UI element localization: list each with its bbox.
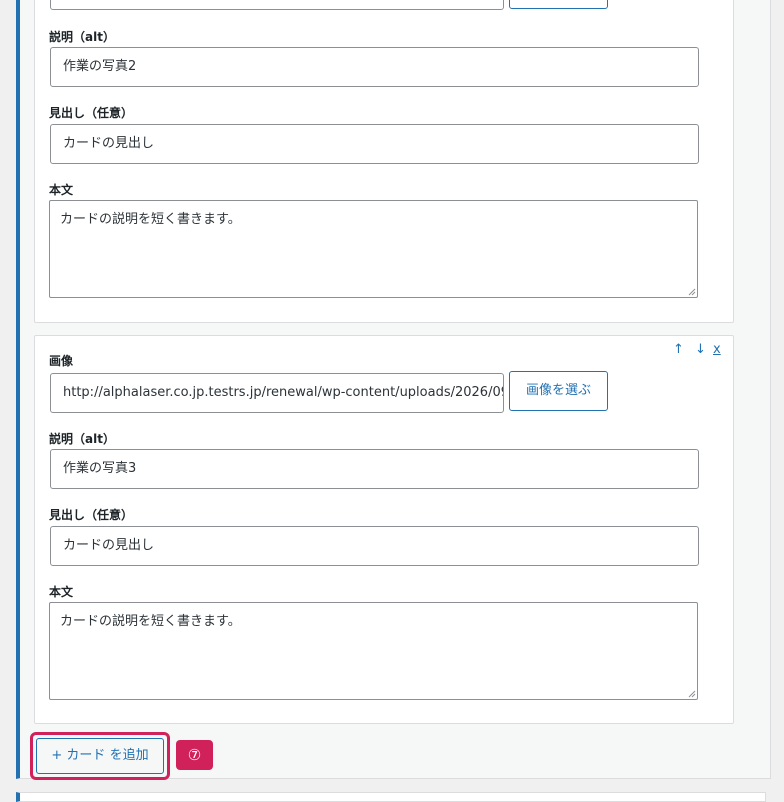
resize-grip-icon[interactable] (687, 689, 696, 698)
heading-field[interactable]: カードの見出し (50, 526, 699, 566)
body-label: 本文 (49, 585, 74, 599)
add-card-button[interactable]: + カード を追加 (36, 738, 164, 774)
choose-image-button[interactable] (509, 0, 608, 9)
image-url-field[interactable]: http://alphalaser.co.jp.testrs.jp/renewa… (50, 373, 504, 413)
image-url-field[interactable] (50, 0, 504, 10)
body-textarea[interactable]: カードの説明を短く書きます。 (49, 602, 698, 700)
heading-field[interactable]: カードの見出し (50, 124, 699, 164)
image-label: 画像 (49, 354, 74, 368)
remove-card-icon[interactable]: x (713, 342, 721, 357)
step-badge: ⑦ (176, 740, 213, 770)
choose-image-button[interactable]: 画像を選ぶ (509, 371, 608, 411)
alt-label: 説明（alt） (49, 432, 115, 446)
move-up-icon[interactable]: ↑ (673, 342, 684, 357)
next-panel (16, 792, 766, 802)
resize-grip-icon[interactable] (687, 287, 696, 296)
body-label: 本文 (49, 183, 74, 197)
add-card-highlight: + カード を追加 (30, 732, 170, 780)
body-text: カードの説明を短く書きます。 (60, 212, 241, 227)
alt-label: 説明（alt） (49, 30, 115, 44)
move-down-icon[interactable]: ↓ (695, 342, 706, 357)
heading-label: 見出し（任意） (49, 106, 134, 120)
body-text: カードの説明を短く書きます。 (60, 614, 241, 629)
alt-field[interactable]: 作業の写真3 (50, 449, 699, 489)
body-textarea[interactable]: カードの説明を短く書きます。 (49, 200, 698, 298)
alt-field[interactable]: 作業の写真2 (50, 47, 699, 87)
heading-label: 見出し（任意） (49, 508, 134, 522)
